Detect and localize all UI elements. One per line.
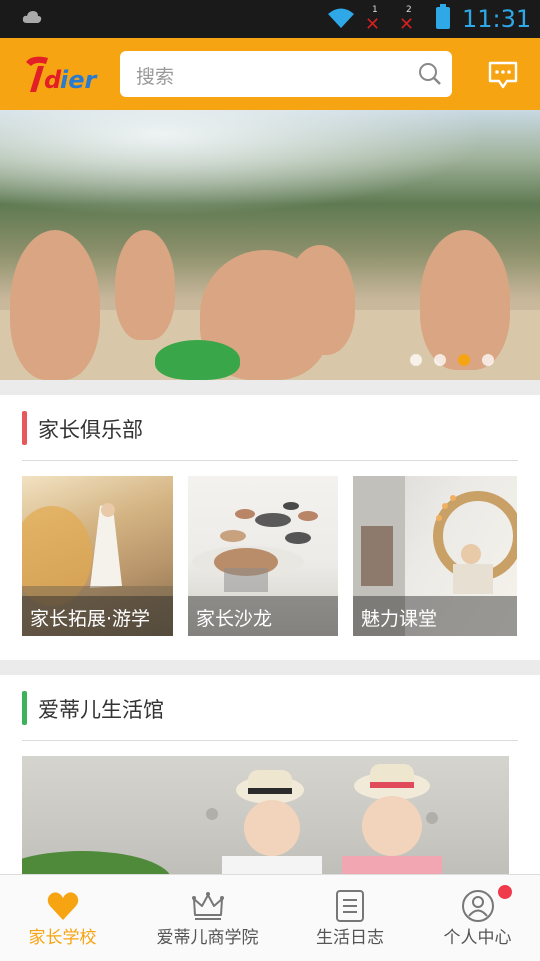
life-hall-photo[interactable]	[22, 756, 509, 875]
photo-content	[22, 764, 442, 875]
tab-label: 个人中心	[443, 928, 512, 948]
banner-figure	[285, 245, 355, 355]
section-title: 家长俱乐部	[38, 418, 143, 442]
tile-class[interactable]: 魅力课堂	[353, 476, 517, 636]
svg-text:ier: ier	[60, 66, 99, 94]
app-logo[interactable]: d ier	[22, 52, 100, 96]
tab-life-journal[interactable]: 生活日志	[290, 875, 410, 961]
tab-business-school[interactable]: 爱蒂儿商学院	[140, 875, 275, 961]
tile-salon[interactable]: 家长沙龙	[188, 476, 338, 636]
banner-figure	[420, 230, 510, 370]
tab-personal-center[interactable]: 个人中心	[420, 875, 535, 961]
banner-figure	[10, 230, 100, 380]
tab-label: 生活日志	[316, 928, 384, 948]
divider	[22, 740, 518, 741]
sim1-signal: 1 ✕	[362, 6, 384, 35]
status-bar: 1 ✕ 2 ✕ 11:31	[0, 0, 540, 38]
sim2-signal: 2 ✕	[396, 6, 418, 35]
crown-icon	[191, 892, 224, 920]
journal-icon	[336, 890, 364, 922]
carousel-dot[interactable]	[482, 354, 494, 366]
carousel-dot-active[interactable]	[458, 354, 470, 366]
divider	[22, 460, 518, 461]
tile-caption-bg: 家长拓展·游学	[22, 596, 173, 636]
user-icon	[461, 890, 494, 922]
tab-label: 家长学校	[28, 928, 97, 948]
search-bar[interactable]: 搜索	[120, 51, 452, 97]
notification-badge	[498, 885, 512, 899]
section-accent-bar	[22, 411, 27, 445]
bottom-tab-bar: 家长学校 爱蒂儿商学院 生活日志 个人中心	[0, 874, 540, 961]
tile-caption: 家长沙龙	[196, 608, 273, 630]
section-accent-bar	[22, 691, 27, 725]
cloud-icon	[22, 11, 42, 23]
carousel-dot[interactable]	[434, 354, 446, 366]
banner-sky	[0, 110, 540, 230]
tile-caption: 家长拓展·游学	[30, 608, 151, 630]
wifi-icon	[328, 8, 354, 28]
heart-icon	[47, 892, 78, 920]
no-signal-icon: ✕	[365, 14, 381, 35]
no-signal-icon: ✕	[399, 14, 415, 35]
banner-figure	[115, 230, 175, 340]
battery-icon	[436, 4, 450, 29]
tile-caption-bg: 魅力课堂	[353, 596, 517, 636]
tab-parent-school[interactable]: 家长学校	[0, 875, 125, 961]
banner-carousel[interactable]	[0, 110, 540, 380]
message-icon[interactable]	[488, 60, 518, 90]
life-hall-section: 爱蒂儿生活馆	[0, 675, 540, 875]
tile-travel[interactable]: 家长拓展·游学	[22, 476, 173, 636]
tab-label: 爱蒂儿商学院	[156, 928, 259, 948]
app-header: d ier 搜索	[0, 38, 540, 110]
tile-caption-bg: 家长沙龙	[188, 596, 338, 636]
search-icon[interactable]	[418, 62, 442, 86]
section-title: 爱蒂儿生活馆	[38, 698, 164, 722]
banner-figure	[155, 340, 240, 380]
clock: 11:31	[462, 5, 532, 33]
carousel-dot[interactable]	[410, 354, 422, 366]
search-placeholder: 搜索	[136, 66, 175, 88]
tile-caption: 魅力课堂	[361, 608, 438, 630]
parents-club-section: 家长俱乐部 家长拓展·游学 家长沙龙 魅力课堂	[0, 395, 540, 660]
